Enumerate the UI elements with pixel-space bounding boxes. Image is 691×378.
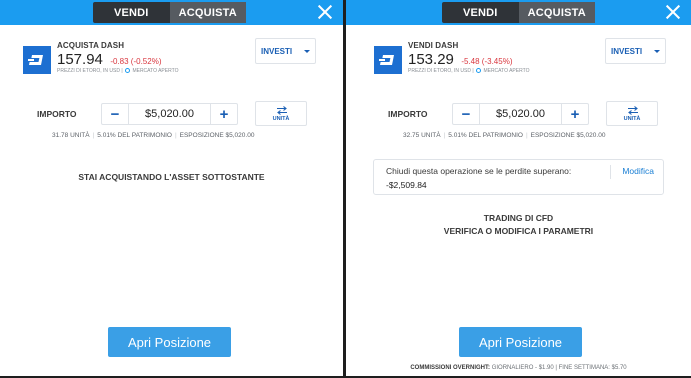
info-line-verify: VERIFICA O MODIFICA I PARAMETRI (443, 226, 594, 236)
position-stats: 32.75 UNITÀ | 5.01% DEL PATRIMONIO | ESPOSIZ… (403, 132, 606, 139)
invest-dropdown[interactable]: INVESTI (255, 38, 316, 64)
divider (610, 165, 611, 179)
price-change: -5.48 (-3.45%) (461, 57, 513, 66)
asset-price: 157.94 (57, 51, 103, 68)
stat-equity: 5.01% DEL PATRIMONIO (448, 132, 523, 139)
increase-amount-button[interactable]: + (210, 104, 237, 124)
swap-arrows-icon (628, 106, 638, 115)
stat-units: 32.75 UNITÀ (403, 132, 441, 139)
units-toggle-button[interactable]: UNITÀ (606, 101, 658, 126)
stat-exposure: ESPOSIZIONE $5,020.00 (530, 132, 606, 139)
market-status: MERCATO APERTO (132, 68, 179, 74)
price-row: 153.29 -5.48 (-3.45%) (408, 51, 512, 69)
increase-amount-button[interactable]: + (561, 104, 588, 124)
amount-label: IMPORTO (37, 109, 77, 119)
amount-stepper: − $5,020.00 + (452, 103, 589, 125)
clock-icon (476, 68, 482, 73)
close-icon[interactable] (316, 3, 334, 21)
open-position-button[interactable]: Apri Posizione (459, 327, 582, 357)
panel-header: VENDI ACQUISTA (0, 0, 343, 25)
swap-arrows-icon (277, 106, 287, 115)
price-source: PREZZI DI ETORO, IN USD (408, 68, 471, 74)
panel-header: VENDI ACQUISTA (346, 0, 691, 25)
market-status: MERCATO APERTO (483, 68, 530, 74)
price-note: PREZZI DI ETORO, IN USD | MERCATO APERTO (57, 68, 179, 74)
chevron-down-icon (654, 50, 660, 53)
fees-weekend: FINE SETTIMANA: $5.70 (558, 365, 627, 371)
fees-label: COMMISSIONI OVERNIGHT: (410, 365, 491, 371)
invest-label: INVESTI (611, 47, 643, 56)
overnight-fees: COMMISSIONI OVERNIGHT: GIORNALIERO - $1.… (410, 365, 627, 371)
trade-panel-buy: VENDI ACQUISTA ACQUISTA DASH 157.94 -0.8… (0, 0, 343, 376)
price-source: PREZZI DI ETORO, IN USD (57, 68, 120, 74)
decrease-amount-button[interactable]: − (453, 104, 480, 124)
invest-label: INVESTI (261, 47, 293, 56)
open-position-button[interactable]: Apri Posizione (108, 327, 231, 357)
chevron-down-icon (304, 50, 310, 53)
trade-direction-toggle: VENDI ACQUISTA (93, 2, 246, 23)
invest-dropdown[interactable]: INVESTI (605, 38, 666, 64)
stop-loss-value: -$2,509.84 (386, 180, 427, 190)
units-label: UNITÀ (623, 116, 641, 122)
tab-sell[interactable]: VENDI (442, 2, 519, 23)
amount-input[interactable]: $5,020.00 (129, 108, 210, 120)
stat-exposure: ESPOSIZIONE $5,020.00 (179, 132, 255, 139)
info-line-cfd: TRADING DI CFD (483, 213, 554, 223)
position-stats: 31.78 UNITÀ | 5.01% DEL PATRIMONIO | ESPOSIZ… (52, 132, 255, 139)
info-message: STAI ACQUISTANDO L'ASSET SOTTOSTANTE (78, 172, 265, 182)
asset-title: VENDI DASH (408, 41, 458, 50)
asset-symbol: DASH (101, 41, 125, 50)
close-icon[interactable] (664, 3, 682, 21)
dash-logo-icon (374, 46, 402, 74)
decrease-amount-button[interactable]: − (102, 104, 129, 124)
price-row: 157.94 -0.83 (-0.52%) (57, 51, 161, 69)
stat-units: 31.78 UNITÀ (52, 132, 90, 139)
clock-icon (125, 68, 131, 73)
trade-card: ACQUISTA DASH 157.94 -0.83 (-0.52%) PREZ… (0, 25, 343, 376)
asset-title: ACQUISTA DASH (57, 41, 124, 50)
units-toggle-button[interactable]: UNITÀ (255, 101, 307, 126)
tab-buy[interactable]: ACQUISTA (169, 2, 246, 23)
info-message: TRADING DI CFD VERIFICA O MODIFICA I PAR… (346, 212, 691, 238)
trade-direction-toggle: VENDI ACQUISTA (442, 2, 595, 23)
dash-logo-icon (23, 46, 51, 74)
trade-panel-sell: VENDI ACQUISTA VENDI DASH 153.29 -5.48 (… (346, 0, 691, 376)
fees-daily: GIORNALIERO - $1.90 (491, 365, 554, 371)
stat-equity: 5.01% DEL PATRIMONIO (97, 132, 172, 139)
stop-loss-box: Chiudi questa operazione se le perdite s… (373, 159, 664, 195)
trade-card: VENDI DASH 153.29 -5.48 (-3.45%) PREZZI … (346, 25, 691, 376)
amount-stepper: − $5,020.00 + (101, 103, 238, 125)
tab-buy[interactable]: ACQUISTA (518, 2, 595, 23)
tab-sell[interactable]: VENDI (93, 2, 170, 23)
asset-symbol: DASH (435, 41, 459, 50)
units-label: UNITÀ (272, 116, 290, 122)
amount-input[interactable]: $5,020.00 (480, 108, 561, 120)
price-note: PREZZI DI ETORO, IN USD | MERCATO APERTO (408, 68, 530, 74)
edit-stop-loss-link[interactable]: Modifica (622, 166, 654, 176)
asset-price: 153.29 (408, 51, 454, 68)
trade-action: VENDI (408, 41, 433, 50)
price-change: -0.83 (-0.52%) (110, 57, 162, 66)
stop-loss-question: Chiudi questa operazione se le perdite s… (386, 166, 572, 176)
amount-label: IMPORTO (388, 109, 428, 119)
trade-action: ACQUISTA (57, 41, 99, 50)
